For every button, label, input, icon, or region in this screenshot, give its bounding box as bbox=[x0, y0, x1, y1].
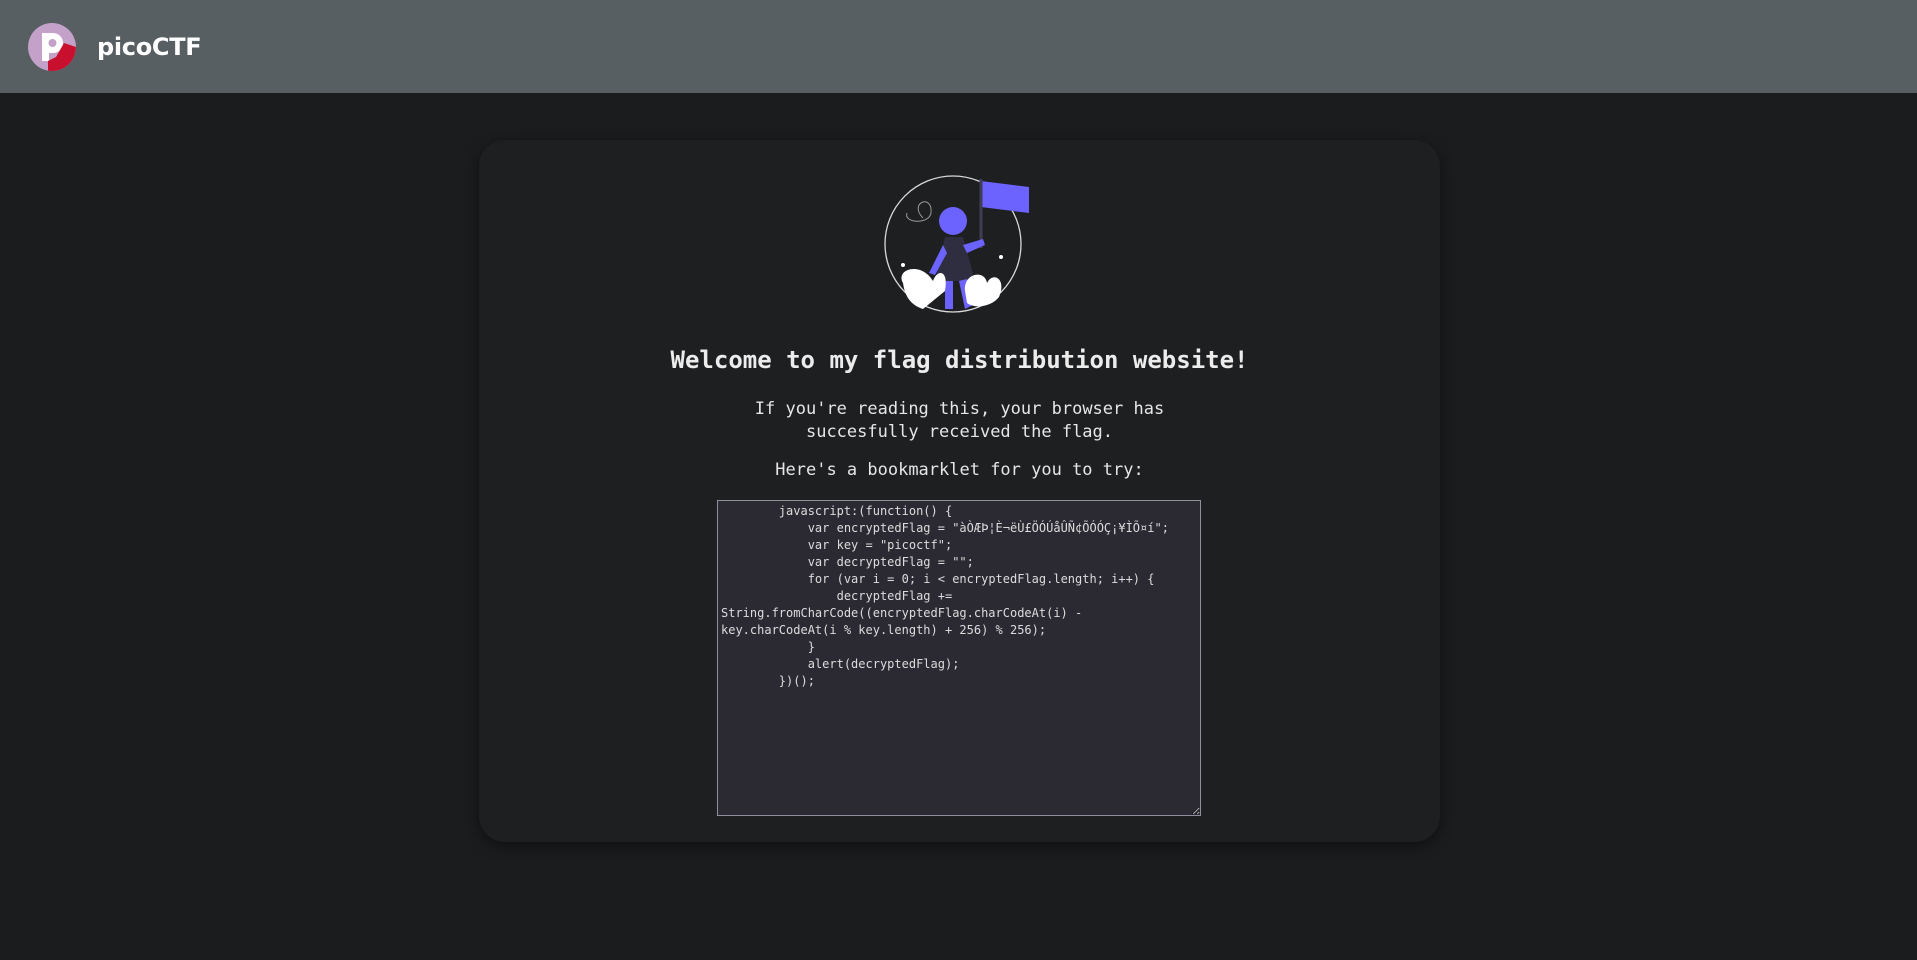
bookmarklet-prompt: Here's a bookmarklet for you to try: bbox=[775, 460, 1144, 480]
main-card: Welcome to my flag distribution website!… bbox=[479, 140, 1440, 842]
picoctf-logo-icon bbox=[28, 22, 76, 71]
brand-name: picoCTF bbox=[97, 32, 202, 61]
description-text: If you're reading this, your browser has… bbox=[754, 399, 1165, 442]
top-navbar: picoCTF bbox=[0, 0, 1917, 93]
person-holding-flag-illustration bbox=[884, 175, 1029, 313]
bookmarklet-code-textarea[interactable]: javascript:(function() { var encryptedFl… bbox=[717, 500, 1201, 816]
page-title: Welcome to my flag distribution website! bbox=[670, 346, 1249, 374]
brand-link[interactable]: picoCTF bbox=[28, 22, 202, 71]
